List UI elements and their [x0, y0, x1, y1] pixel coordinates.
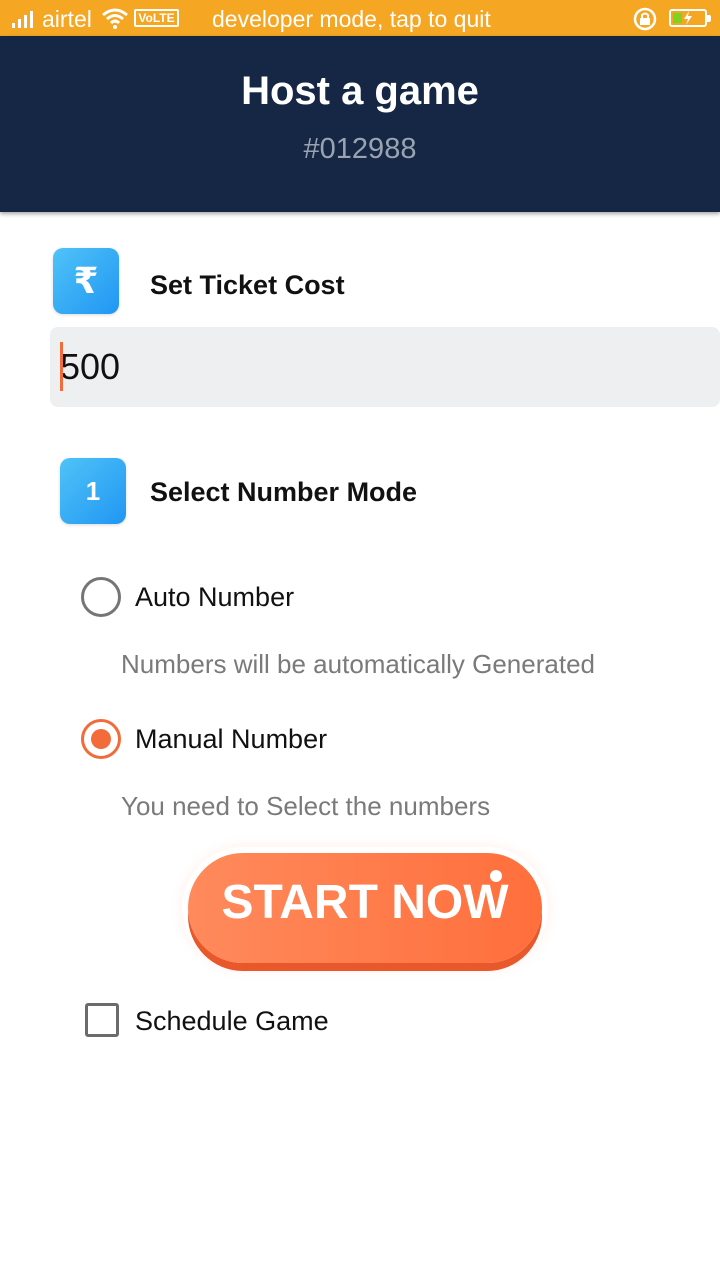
developer-mode-notice[interactable]: developer mode, tap to quit: [212, 5, 491, 33]
signal-icon: [12, 11, 33, 28]
start-now-button[interactable]: START NOW: [188, 853, 542, 963]
ticket-cost-input[interactable]: [60, 327, 700, 407]
auto-number-radio[interactable]: [81, 577, 121, 617]
game-id: #012988: [303, 133, 417, 165]
status-bar: airtel VoLTE developer mode, tap to quit: [0, 0, 720, 36]
manual-number-radio[interactable]: [81, 719, 121, 759]
start-now-label: START NOW: [221, 876, 509, 929]
button-shine: [490, 870, 502, 882]
app-header: Host a game #012988: [0, 36, 720, 212]
radio-selected-dot: [91, 729, 111, 749]
auto-number-label[interactable]: Auto Number: [135, 581, 294, 613]
page-title: Host a game: [241, 69, 479, 113]
schedule-game-label[interactable]: Schedule Game: [135, 1005, 329, 1037]
charging-bolt-icon: [684, 11, 692, 25]
ticket-cost-field[interactable]: [50, 327, 720, 407]
auto-number-description: Numbers will be automatically Generated: [121, 649, 595, 679]
number-mode-title: Select Number Mode: [150, 477, 418, 507]
text-cursor: [60, 342, 63, 391]
manual-number-label[interactable]: Manual Number: [135, 723, 327, 755]
wifi-icon: [102, 8, 128, 29]
carrier-name: airtel: [42, 6, 92, 32]
manual-number-description: You need to Select the numbers: [121, 791, 491, 821]
volte-badge: VoLTE: [134, 9, 179, 27]
battery-icon: [669, 9, 711, 27]
step-number-badge: 1: [60, 458, 126, 524]
schedule-game-checkbox[interactable]: [85, 1003, 119, 1037]
rupee-icon: ₹: [53, 248, 119, 314]
rotation-lock-icon: [633, 7, 657, 31]
ticket-cost-title: Set Ticket Cost: [150, 270, 345, 300]
